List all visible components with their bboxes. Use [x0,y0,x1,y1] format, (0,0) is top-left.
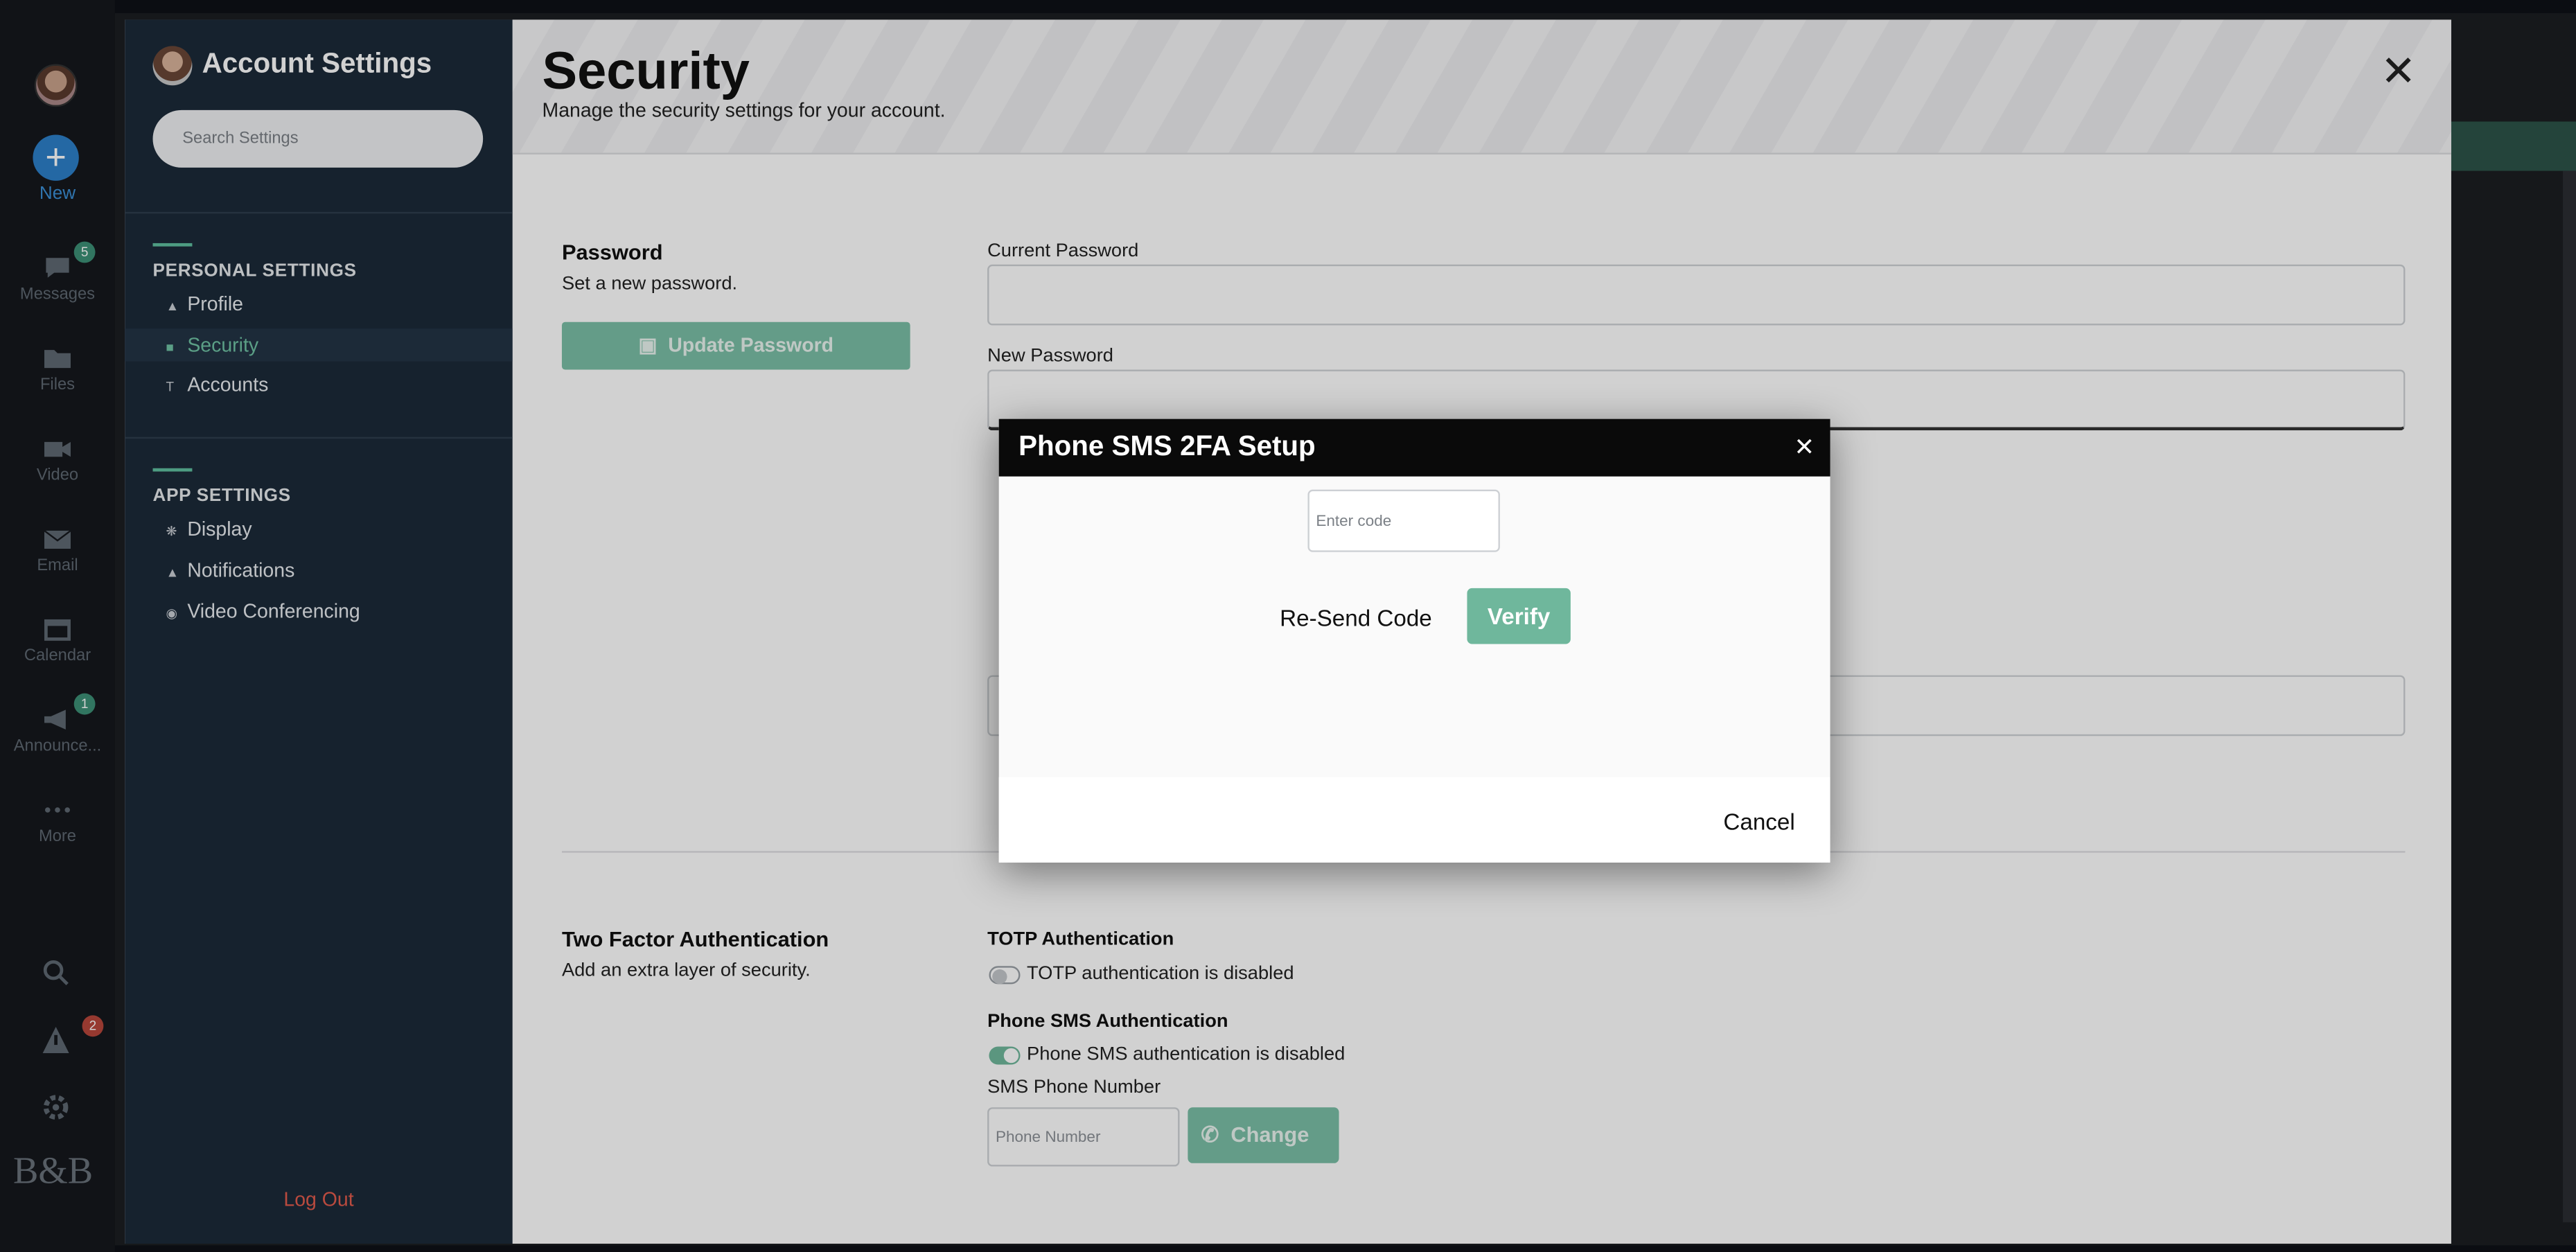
modal-footer [998,777,1830,863]
screen: + New Messages 5 Files Video Email Calen… [0,0,2576,1252]
verify-button[interactable]: Verify [1467,588,1571,644]
cancel-button[interactable]: Cancel [1723,809,1794,835]
modal-header: Phone SMS 2FA Setup ✕ [998,418,1830,477]
code-input[interactable]: Enter code [1307,489,1500,552]
modal-title: Phone SMS 2FA Setup [1018,430,1316,462]
close-icon[interactable]: ✕ [1794,432,1815,461]
sms-2fa-modal: Phone SMS 2FA Setup ✕ Enter code Re-Send… [998,418,1830,863]
resend-code-button[interactable]: Re-Send Code [1280,605,1432,631]
